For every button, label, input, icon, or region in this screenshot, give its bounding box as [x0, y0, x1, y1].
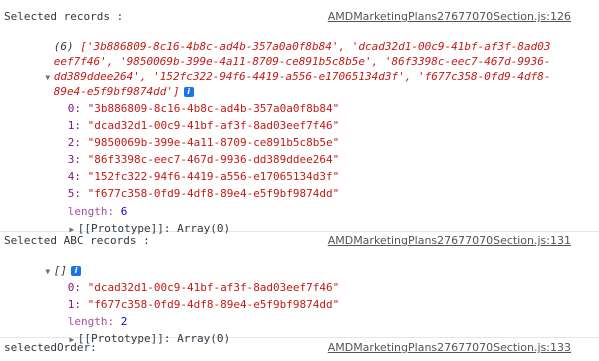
- console-message-selected-order: selectedOrder: AMDMarketingPlans27677070…: [0, 338, 599, 359]
- array-entry: 5: "f677c358-0fd9-4df8-89e4-e5f9bf9874dd…: [28, 173, 340, 200]
- array-entry: 0: "dcad32d1-00c9-41bf-af3f-8ad03eef7f46…: [28, 267, 340, 294]
- array-length: length: 2: [28, 301, 128, 328]
- array-summary-line-4: 89e4-e5f9bf9874dd'] i: [14, 71, 194, 98]
- console-message-selected-records: Selected records : AMDMarketingPlans2767…: [0, 0, 599, 235]
- log-label: selectedOrder:: [4, 341, 97, 354]
- array-entry: 1: "f677c358-0fd9-4df8-89e4-e5f9bf9874dd…: [28, 284, 340, 311]
- prototype-row[interactable]: ▶ [[Prototype]]: Array(0): [28, 208, 230, 235]
- array-length: length: 6: [28, 191, 128, 218]
- devtools-console: Selected records : AMDMarketingPlans2767…: [0, 0, 599, 359]
- array-entry: 1: "dcad32d1-00c9-41bf-af3f-8ad03eef7f46…: [28, 105, 340, 132]
- array-summary-line[interactable]: ▼[] i: [4, 250, 81, 277]
- log-label: Selected ABC records :: [4, 234, 150, 247]
- source-link[interactable]: AMDMarketingPlans27677070Section.js:131: [328, 234, 571, 248]
- array-summary-line-1[interactable]: (6) ['3b886809-8c16-4b8c-ad4b-357a0a0f8b…: [14, 26, 551, 53]
- prototype-row[interactable]: ▶ [[Prototype]]: Array(0): [28, 318, 230, 345]
- console-message-selected-abc-records: Selected ABC records : AMDMarketingPlans…: [0, 232, 599, 345]
- array-entry: 4: "152fc322-94f6-4419-a556-e17065134d3f…: [28, 156, 340, 183]
- log-label: Selected records :: [4, 10, 124, 23]
- array-entry: 2: "9850069b-399e-4a11-8709-ce891b5c8b5e…: [28, 122, 340, 149]
- array-summary-line-2: eef7f46', '9850069b-399e-4a11-8709-ce891…: [14, 41, 551, 68]
- source-link[interactable]: AMDMarketingPlans27677070Section.js:133: [328, 341, 571, 355]
- source-link[interactable]: AMDMarketingPlans27677070Section.js:126: [328, 10, 571, 24]
- array-entry: 0: "3b886809-8c16-4b8c-ad4b-357a0a0f8b84…: [28, 88, 340, 115]
- array-entry: 3: "86f3398c-eec7-467d-9936-dd389ddee264…: [28, 139, 340, 166]
- array-summary-line-3[interactable]: ▼ dd389ddee264', '152fc322-94f6-4419-a556…: [4, 56, 550, 83]
